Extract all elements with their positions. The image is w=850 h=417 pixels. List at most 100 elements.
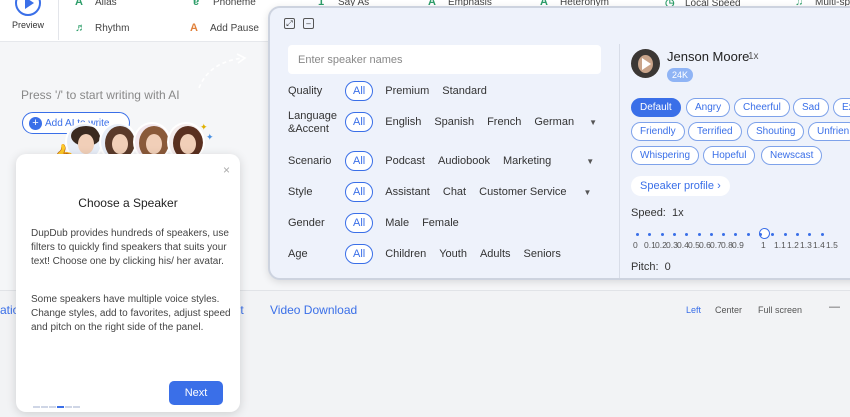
filter-option[interactable]: Youth — [439, 248, 467, 260]
expand-icon[interactable]: ⤢ — [284, 18, 295, 29]
speaker-profile-button[interactable]: Speaker profile › — [631, 176, 730, 196]
speed-tick — [648, 233, 652, 236]
editor-hint: Press '/' to start writing with AI — [21, 88, 180, 102]
add-pause-icon: A — [190, 22, 198, 34]
minimize-icon[interactable]: – — [303, 18, 314, 29]
style-chip-unfriendly[interactable]: Unfrien — [808, 122, 850, 141]
filter-label: Style — [288, 186, 313, 198]
close-icon[interactable]: × — [223, 163, 230, 177]
filter-all-chip[interactable]: All — [345, 244, 374, 264]
speed-tick — [820, 233, 824, 236]
step-dot — [49, 406, 56, 408]
toolbar-rhythm-label: Rhythm — [95, 23, 130, 34]
card-paragraph: Some speakers have multiple voice styles… — [31, 294, 231, 333]
filter-option[interactable]: Premium — [385, 85, 429, 97]
style-chip-excited[interactable]: Ex — [833, 98, 850, 117]
filter-all-chip[interactable]: All — [345, 213, 374, 233]
chevron-down-icon[interactable]: ▼ — [589, 118, 597, 127]
speed-scale-label: 0 — [633, 240, 638, 250]
toolbar-phoneme-label: Phoneme — [213, 0, 256, 8]
filter-option[interactable]: English — [385, 116, 421, 128]
filter-option[interactable]: Adults — [480, 248, 511, 260]
speed-tick — [697, 233, 701, 236]
speed-tick — [759, 233, 762, 236]
style-chip-terrified[interactable]: Terrified — [688, 122, 742, 141]
filter-option[interactable]: Chat — [443, 186, 466, 198]
speed-slider[interactable] — [636, 228, 850, 239]
align-center-option[interactable]: Center — [715, 305, 742, 315]
filter-option[interactable]: Standard — [442, 85, 487, 97]
filter-option[interactable]: Audiobook — [438, 155, 490, 167]
card-title: Choose a Speaker — [78, 196, 178, 210]
play-icon — [15, 0, 41, 16]
filter-option[interactable]: Spanish — [434, 116, 474, 128]
style-chip-shouting[interactable]: Shouting — [747, 122, 805, 141]
speaker-search-input[interactable] — [288, 45, 601, 74]
speed-label: Speed: 1x — [631, 207, 684, 219]
filter-label: Quality — [288, 85, 323, 97]
speed-tick — [783, 233, 787, 236]
filter-all-chip[interactable]: All — [345, 112, 374, 132]
filter-option[interactable]: Assistant — [385, 186, 430, 198]
chevron-down-icon[interactable]: ▼ — [586, 157, 594, 166]
speed-tick — [722, 233, 726, 236]
speed-scale-label: 1.4 — [813, 240, 825, 250]
filter-all-chip[interactable]: All — [345, 151, 374, 171]
filter-option[interactable]: German — [534, 116, 574, 128]
pitch-label-text: Pitch: — [631, 261, 659, 273]
filter-all-chip[interactable]: All — [345, 182, 374, 202]
speed-tick — [808, 233, 812, 236]
filter-option[interactable]: Customer Service — [479, 186, 566, 198]
filter-all-chip[interactable]: All — [345, 81, 374, 101]
speed-tick — [795, 233, 799, 236]
pointer-arrow-icon — [198, 53, 247, 89]
preview-button[interactable]: Preview — [8, 0, 48, 30]
chevron-down-icon[interactable]: ▼ — [584, 188, 592, 197]
toolbar-divider — [58, 0, 59, 40]
style-chip-cheerful[interactable]: Cheerful — [734, 98, 790, 117]
speed-tick — [672, 233, 676, 236]
filter-option[interactable]: Marketing — [503, 155, 551, 167]
plus-icon: + — [29, 117, 42, 130]
speaker-profile-label: Speaker profile — [640, 180, 714, 192]
step-indicator — [33, 395, 81, 413]
next-button[interactable]: Next — [169, 381, 223, 405]
speed-value: 1x — [672, 207, 684, 219]
filter-option[interactable]: Seniors — [524, 248, 561, 260]
speed-scale-label: 1.2 — [787, 240, 799, 250]
step-dot — [57, 406, 64, 408]
speed-tick — [685, 233, 689, 236]
toolbar-add-pause[interactable]: A Add Pause — [190, 22, 259, 34]
filter-option[interactable]: Podcast — [385, 155, 425, 167]
play-icon — [642, 58, 651, 70]
speed-tick — [660, 233, 664, 236]
style-chip-sad[interactable]: Sad — [793, 98, 829, 117]
style-chip-angry[interactable]: Angry — [686, 98, 731, 117]
filter-option[interactable]: Male — [385, 217, 409, 229]
full-screen-option[interactable]: Full screen — [758, 305, 802, 315]
align-left-option[interactable]: Left — [686, 305, 701, 315]
speaker-speed: 1x — [748, 51, 759, 62]
toolbar-add-pause-label: Add Pause — [210, 23, 259, 34]
style-chip-newscast[interactable]: Newscast — [761, 146, 823, 165]
toolbar-rhythm[interactable]: ♬ Rhythm — [75, 22, 129, 34]
filter-option[interactable]: Children — [385, 248, 426, 260]
filter-option[interactable]: French — [487, 116, 521, 128]
style-chip-friendly[interactable]: Friendly — [631, 122, 685, 141]
tutorial-card: × Choose a Speaker DupDub provides hundr… — [16, 154, 240, 412]
style-chip-hopeful[interactable]: Hopeful — [703, 146, 756, 165]
collapse-icon[interactable]: — — [829, 301, 840, 313]
panel-divider — [619, 44, 620, 278]
pitch-label: Pitch: 0 — [631, 261, 671, 273]
speaker-avatar[interactable] — [631, 49, 660, 78]
toolbar-phoneme[interactable]: ɐ Phoneme — [193, 0, 256, 8]
sparkle-icon: ✦ — [206, 132, 214, 142]
toolbar-alias[interactable]: A Alias — [75, 0, 117, 8]
pitch-value: 0 — [664, 261, 671, 273]
tab-video-download[interactable]: Video Download — [270, 303, 357, 317]
step-dot — [41, 406, 48, 408]
style-chip-default[interactable]: Default — [631, 98, 681, 117]
speed-scale-label: 1.1 — [774, 240, 786, 250]
filter-option[interactable]: Female — [422, 217, 459, 229]
style-chip-whispering[interactable]: Whispering — [631, 146, 700, 165]
